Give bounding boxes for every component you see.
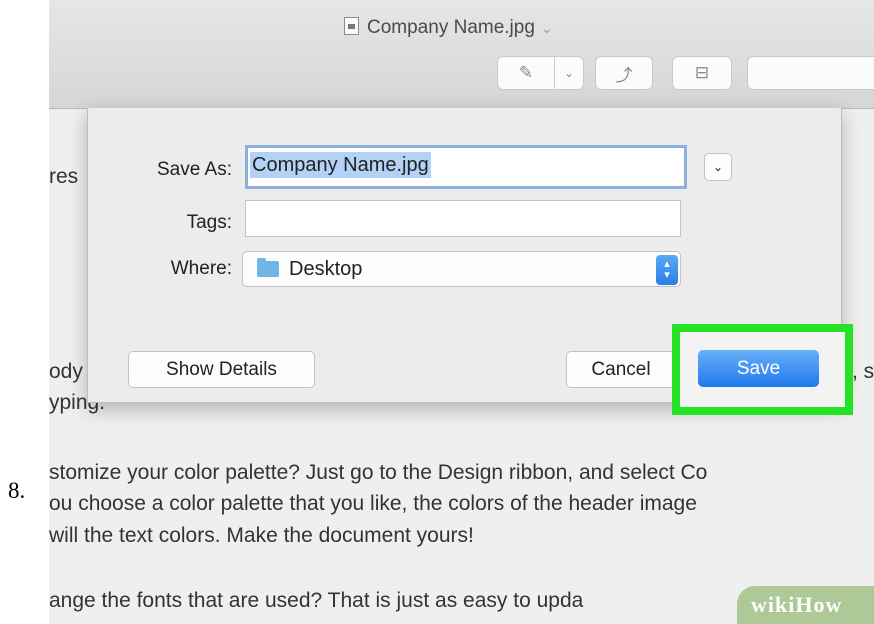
tags-label: Tags: <box>186 212 232 233</box>
chevron-down-icon: ⌄ <box>563 66 575 80</box>
doc-paragraph-line: will the text colors. Make the document … <box>49 524 474 547</box>
search-field[interactable] <box>747 56 874 90</box>
expand-dialog-button[interactable]: ⌄ <box>704 153 732 181</box>
show-details-button[interactable]: Show Details <box>128 351 315 388</box>
pen-icon: ✎ <box>518 63 534 82</box>
window-title[interactable]: Company Name.jpg ⌄ <box>344 17 553 39</box>
step-number: 8. <box>8 478 26 503</box>
where-label: Where: <box>170 258 232 279</box>
window-titlebar: Company Name.jpg ⌄ ✎ ⌄ ⤴ ⊟ <box>49 0 874 109</box>
doc-paragraph-line: ou choose a color palette that you like,… <box>49 492 697 515</box>
tags-input[interactable] <box>245 200 681 237</box>
cancel-button[interactable]: Cancel <box>566 351 676 388</box>
where-value: Desktop <box>289 257 363 280</box>
doc-paragraph-line: ange the fonts that are used? That is ju… <box>49 589 584 612</box>
wikihow-watermark: wikiHow <box>737 586 874 624</box>
updown-arrows-icon: ▴ ▾ <box>656 255 678 285</box>
chevron-down-icon: ⌄ <box>712 160 724 174</box>
doc-fragment: ody <box>49 360 83 383</box>
chevron-down-icon: ⌄ <box>540 20 553 36</box>
where-select[interactable]: Desktop ▴ ▾ <box>242 251 681 287</box>
image-file-icon <box>344 17 359 35</box>
folder-icon <box>257 258 279 277</box>
toolbox-icon: ⊟ <box>694 63 710 82</box>
screenshot-frame: Company Name.jpg ⌄ ✎ ⌄ ⤴ ⊟ res ody yping.… <box>49 0 874 624</box>
rotate-icon: ⤴ <box>615 65 633 85</box>
save-as-input[interactable]: Company Name.jpg <box>245 145 687 189</box>
rotate-button[interactable]: ⤴ <box>595 56 653 90</box>
toolbox-button[interactable]: ⊟ <box>672 56 732 90</box>
markup-menu-button[interactable]: ⌄ <box>554 56 584 90</box>
save-button[interactable]: Save <box>698 350 819 387</box>
save-as-label: Save As: <box>157 159 232 180</box>
markup-button[interactable]: ✎ <box>497 56 555 90</box>
doc-fragment: res <box>49 165 79 188</box>
doc-fragment: , s <box>852 360 874 383</box>
doc-paragraph-line: stomize your color palette? Just go to t… <box>49 461 708 484</box>
save-as-value: Company Name.jpg <box>250 152 431 178</box>
